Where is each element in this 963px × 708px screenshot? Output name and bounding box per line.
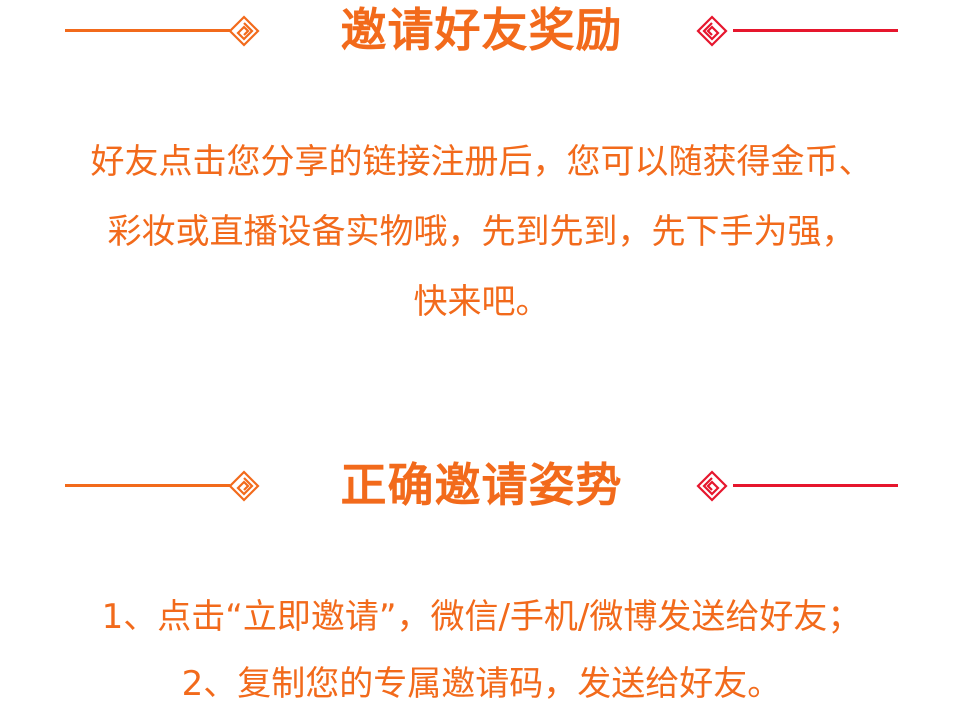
reward-description-line-1: 好友点击您分享的链接注册后，您可以随获得金币、 xyxy=(90,142,873,182)
section-header-invite-method: 正确邀请姿势 xyxy=(0,455,963,515)
section-title: 邀请好友奖励 xyxy=(340,3,623,57)
reward-description-line-3: 快来吧。 xyxy=(413,282,550,322)
diamond-knot-icon xyxy=(228,470,260,502)
diamond-knot-icon xyxy=(696,470,728,502)
decorative-line-left xyxy=(65,484,230,487)
invite-step-2: 2、复制您的专属邀请码，发送给好友。 xyxy=(181,664,782,704)
decorative-line-right xyxy=(733,29,898,32)
invite-step-1: 1、点击“立即邀请”，微信/手机/微博发送给好友； xyxy=(101,597,862,637)
reward-description-line-2: 彩妆或直播设备实物哦，先到先到，先下手为强， xyxy=(107,212,856,252)
diamond-knot-icon xyxy=(228,15,260,47)
section-header-invite-rewards: 邀请好友奖励 xyxy=(0,0,963,60)
decorative-line-left xyxy=(65,29,230,32)
diamond-knot-icon xyxy=(696,15,728,47)
section-title: 正确邀请姿势 xyxy=(340,458,623,512)
decorative-line-right xyxy=(733,484,898,487)
